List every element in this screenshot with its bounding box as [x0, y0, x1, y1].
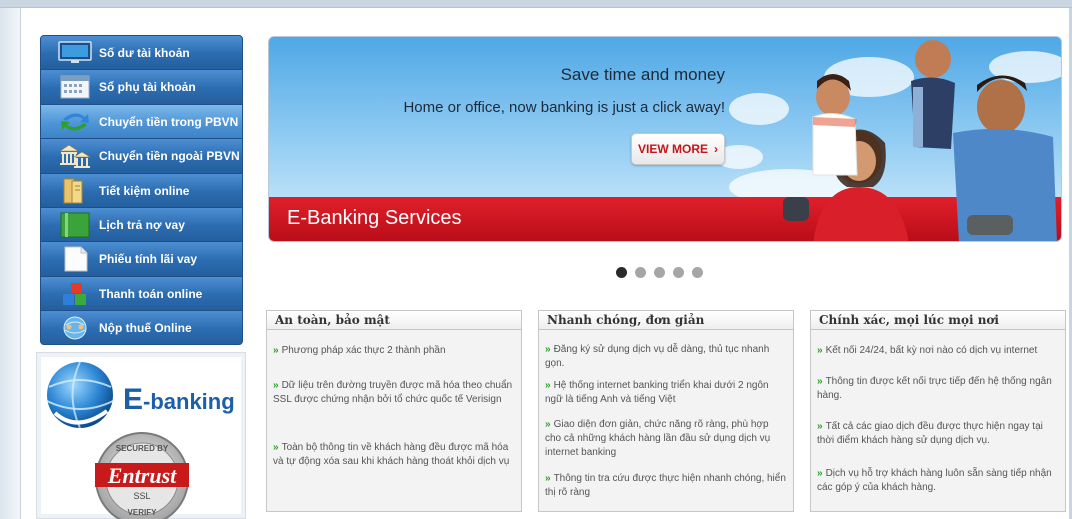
menu-item-online-savings[interactable]: Tiết kiệm online	[41, 173, 242, 208]
banner-title: E-Banking Services	[287, 207, 462, 229]
carousel-dot-5[interactable]	[692, 267, 703, 278]
menu-item-transfer-within-pbvn[interactable]: Chuyển tiền trong PBVN	[41, 104, 242, 140]
feature-heading: Chính xác, mọi lúc mọi nơi	[811, 311, 1065, 330]
feature-item-text: Phương pháp xác thực 2 thành phần	[281, 345, 446, 356]
menu-item-loan-repayment-schedule[interactable]: Lịch trả nợ vay	[41, 207, 242, 243]
ebanking-logo-panel: E -banking SECURED BY Entrust SSL VERIFY	[36, 352, 246, 519]
feature-box-security: An toàn, bảo mật » Phương pháp xác thực 2…	[266, 310, 522, 512]
feature-item: » Tất cả các giao dịch đều được thực hiện…	[817, 420, 1059, 448]
feature-item: » Thông tin được kết nối trực tiếp đến hệ…	[817, 375, 1059, 403]
menu-item-label: Phiếu tính lãi vay	[99, 252, 198, 267]
menu-item-label: Nộp thuế Online	[99, 321, 192, 336]
feature-item-text: Đăng ký sử dụng dịch vụ dễ dàng, thủ tục…	[545, 344, 770, 369]
menu-item-label: Sổ phụ tài khoản	[99, 80, 196, 95]
ebanking-logo-text: -banking	[143, 389, 235, 414]
feature-item-text: Giao diện đơn giản, chức năng rõ ràng, p…	[545, 419, 771, 458]
feature-item: » Thông tin tra cứu được thực hiện nhanh …	[545, 472, 787, 500]
chevron-right-icon: ›	[714, 142, 718, 156]
menu-item-label: Tiết kiệm online	[99, 183, 190, 198]
feature-item: » Hệ thống internet banking triển khai dư…	[545, 379, 787, 407]
feature-box-accuracy: Chính xác, mọi lúc mọi nơi » Kết nối 24/2…	[810, 310, 1066, 512]
double-chevron-icon: »	[545, 344, 551, 355]
double-chevron-icon: »	[817, 345, 823, 356]
feature-item-text: Hệ thống internet banking triển khai dướ…	[545, 380, 769, 405]
menu-item-label: Số dư tài khoản	[99, 46, 190, 60]
page-left-edge	[0, 8, 21, 519]
entrust-text: Entrust	[107, 463, 177, 488]
feature-item-text: Tất cả các giao dịch đều được thực hiện …	[817, 421, 1043, 446]
ebanking-logo-e: E	[123, 383, 143, 416]
feature-item: » Giao diện đơn giản, chức năng rõ ràng, …	[545, 418, 787, 460]
feature-item: » Dịch vụ hỗ trợ khách hàng luôn sẵn sàng…	[817, 467, 1059, 495]
menu-item-online-tax-payment[interactable]: Nộp thuế Online	[41, 311, 242, 344]
menu-item-label: Chuyển tiền ngoài PBVN	[99, 149, 240, 164]
monitor-icon	[58, 41, 92, 63]
feature-heading: Nhanh chóng, đơn giản	[539, 311, 793, 330]
carousel-dot-2[interactable]	[635, 267, 646, 278]
ebanking-logo: E -banking SECURED BY Entrust SSL VERIFY	[46, 361, 235, 519]
secured-by-text: SECURED BY	[116, 444, 169, 453]
page-icon	[64, 246, 88, 272]
double-chevron-icon: »	[545, 380, 551, 391]
document-icon	[63, 178, 83, 204]
double-chevron-icon: »	[273, 442, 279, 453]
bank-buildings-icon	[59, 144, 92, 169]
globe-people-icon	[63, 316, 87, 340]
feature-item-text: Dữ liệu trên đường truyền được mã hóa th…	[273, 380, 513, 405]
menu-item-loan-interest-sheet[interactable]: Phiếu tính lãi vay	[41, 242, 242, 277]
feature-item-text: Dịch vụ hỗ trợ khách hàng luôn sẵn sàng …	[817, 468, 1052, 493]
feature-item-text: Kết nối 24/24, bất kỳ nơi nào có dịch vụ…	[825, 345, 1038, 356]
double-chevron-icon: »	[273, 345, 279, 356]
feature-item: » Đăng ký sử dụng dịch vụ dễ dàng, thủ tụ…	[545, 343, 787, 371]
feature-item-text: Thông tin được kết nối trực tiếp đến hệ …	[817, 376, 1052, 401]
cubes-icon	[63, 282, 86, 305]
carousel-dot-3[interactable]	[654, 267, 665, 278]
double-chevron-icon: »	[817, 421, 823, 432]
top-strip	[0, 0, 1072, 8]
menu-item-account-balance[interactable]: Số dư tài khoản	[41, 36, 242, 71]
menu-item-label: Thanh toán online	[99, 286, 203, 301]
feature-item: » Phương pháp xác thực 2 thành phần	[273, 344, 515, 358]
view-more-label: VIEW MORE	[637, 142, 708, 156]
carousel-dots	[616, 267, 716, 279]
family-photo-illustration	[783, 40, 1057, 241]
double-chevron-icon: »	[545, 419, 551, 430]
ssl-text: SSL	[133, 491, 150, 501]
menu-item-transfer-outside-pbvn[interactable]: Chuyển tiền ngoài PBVN	[41, 139, 242, 174]
menu-item-label: Lịch trả nợ vay	[99, 217, 185, 232]
ledger-icon	[60, 212, 90, 238]
banner-headline: Save time and money	[560, 65, 725, 84]
feature-item-text: Thông tin tra cứu được thực hiện nhanh c…	[545, 473, 786, 498]
menu-item-label: Chuyển tiền trong PBVN	[99, 114, 239, 129]
carousel-dot-1[interactable]	[616, 267, 627, 278]
double-chevron-icon: »	[817, 468, 823, 479]
verify-text: VERIFY	[128, 508, 158, 517]
transfer-arrows-icon	[61, 113, 89, 131]
feature-item: » Dữ liệu trên đường truyền được mã hóa t…	[273, 379, 515, 407]
service-menu: Số dư tài khoản Sổ phụ tài khoản Chuyển …	[40, 35, 243, 345]
feature-box-speed: Nhanh chóng, đơn giản » Đăng ký sử dụng d…	[538, 310, 794, 512]
feature-item: » Kết nối 24/24, bất kỳ nơi nào có dịch v…	[817, 344, 1059, 358]
feature-item: » Toàn bộ thông tin về khách hàng đều đượ…	[273, 441, 515, 469]
banner-subheadline: Home or office, now banking is just a cl…	[403, 99, 725, 116]
carousel-dot-4[interactable]	[673, 267, 684, 278]
double-chevron-icon: »	[817, 376, 823, 387]
menu-item-account-statement[interactable]: Sổ phụ tài khoản	[41, 70, 242, 105]
calendar-icon	[60, 75, 90, 99]
feature-item-text: Toàn bộ thông tin về khách hàng đều được…	[273, 442, 510, 467]
menu-item-online-payment[interactable]: Thanh toán online	[41, 276, 242, 312]
promo-banner[interactable]: Save time and money Home or office, now …	[268, 36, 1062, 242]
view-more-button[interactable]: VIEW MORE ›	[631, 133, 725, 165]
double-chevron-icon: »	[273, 380, 279, 391]
double-chevron-icon: »	[545, 473, 551, 484]
feature-heading: An toàn, bảo mật	[267, 311, 521, 330]
